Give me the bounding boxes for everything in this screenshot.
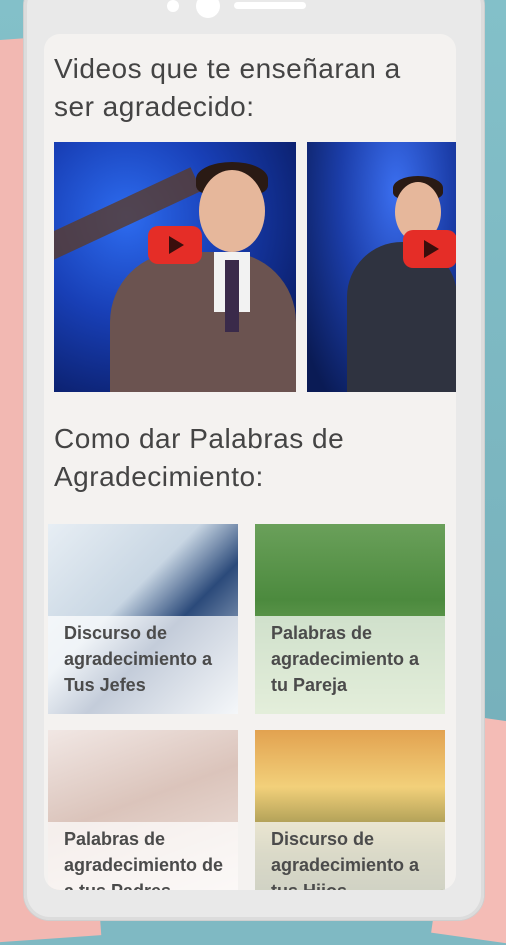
play-icon — [169, 236, 184, 254]
video-1-head — [199, 170, 265, 252]
play-button-1[interactable] — [148, 226, 202, 264]
words-heading: Como dar Palabras de Agradecimiento: — [54, 423, 345, 492]
sensor-icon — [167, 0, 179, 12]
card-label: Palabras de agradecimiento de a tus Padr… — [64, 829, 224, 890]
play-icon — [424, 240, 439, 258]
video-thumbnail-1[interactable] — [54, 142, 296, 392]
card-label: Palabras de agradecimiento a tu Pareja — [271, 623, 420, 695]
camera-icon — [196, 0, 220, 18]
play-button-2[interactable] — [403, 230, 456, 268]
card-pareja[interactable]: Palabras de agradecimiento a tu Pareja — [255, 524, 445, 714]
card-label: Discurso de agradecimiento a tus Hijos — [271, 829, 420, 890]
video-thumbnail-2[interactable] — [307, 142, 456, 392]
video-1-tie — [225, 260, 239, 332]
speaker-icon — [234, 2, 306, 9]
card-hijos[interactable]: Discurso de agradecimiento a tus Hijos — [255, 730, 445, 890]
app-screen: Videos que te enseñaran a ser agradecido… — [44, 34, 456, 890]
card-jefes[interactable]: Discurso de agradecimiento a Tus Jefes — [48, 524, 238, 714]
card-padres[interactable]: Palabras de agradecimiento de a tus Padr… — [48, 730, 238, 890]
videos-heading: Videos que te enseñaran a ser agradecido… — [54, 53, 401, 122]
card-label: Discurso de agradecimiento a Tus Jefes — [64, 623, 213, 695]
video-1-presenter — [110, 252, 296, 392]
